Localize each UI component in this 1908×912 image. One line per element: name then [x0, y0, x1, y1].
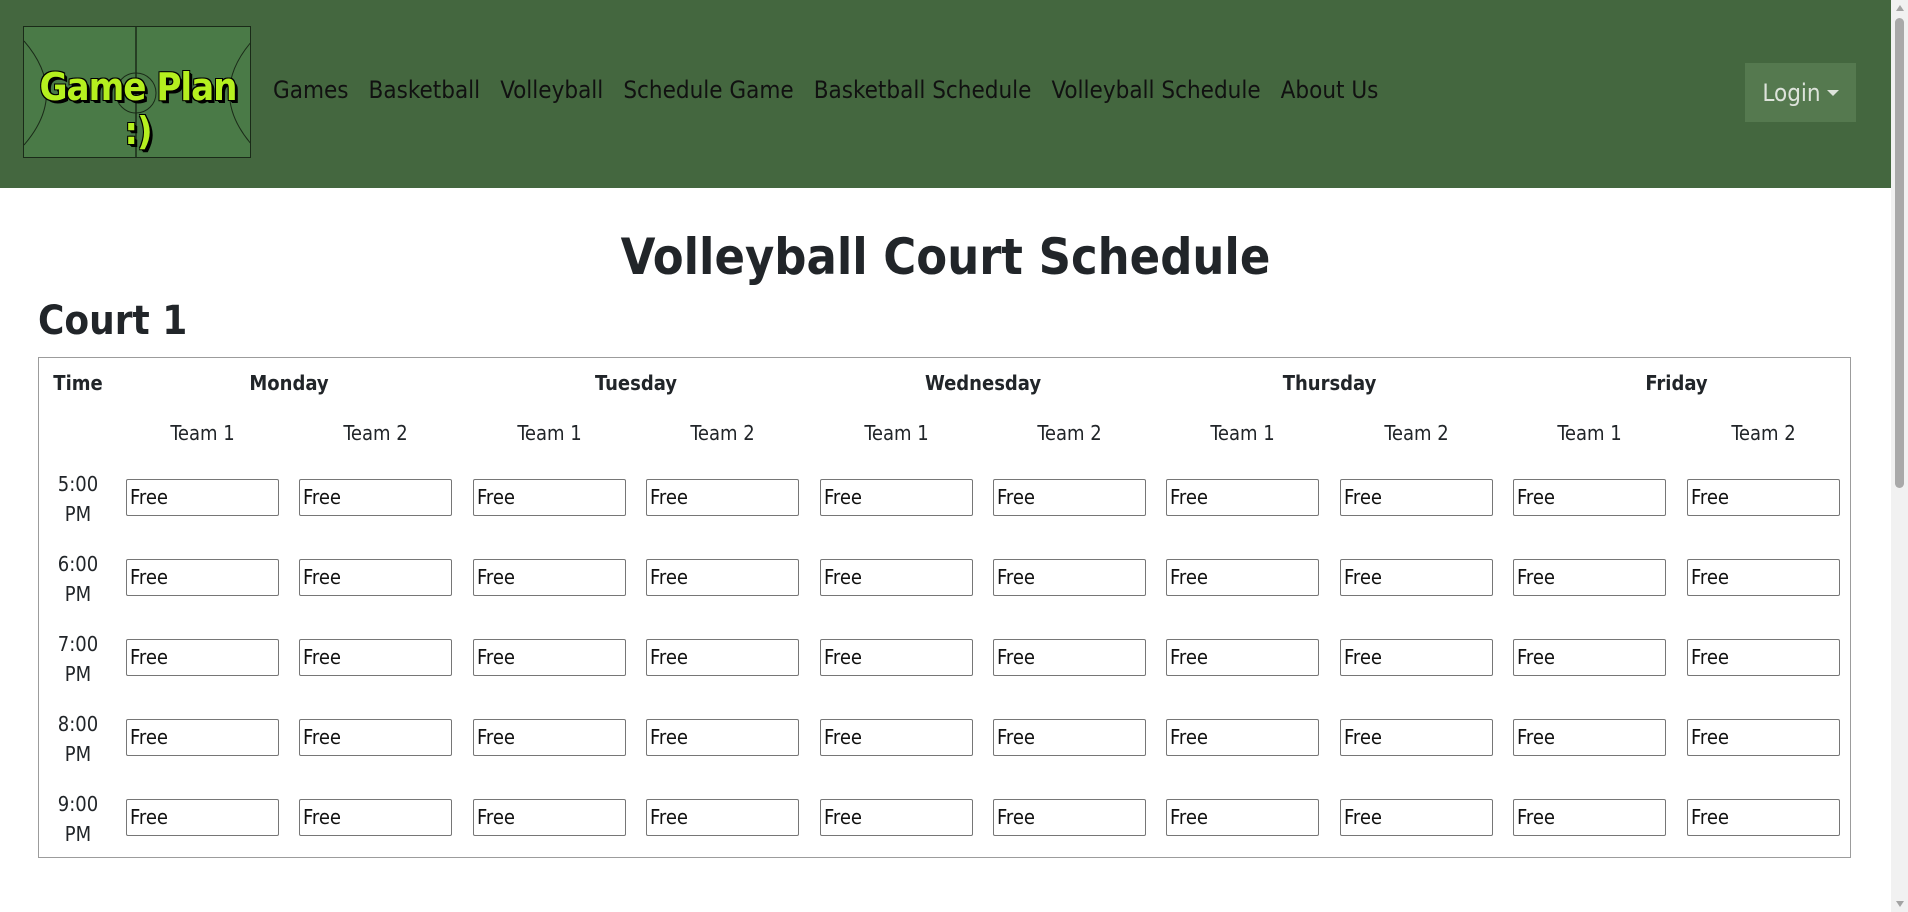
- slot-input[interactable]: Free: [820, 559, 973, 596]
- time-label: 9:00 PM: [57, 792, 99, 846]
- day-header-monday: Monday: [249, 371, 329, 395]
- slot-input[interactable]: Free: [1166, 479, 1319, 516]
- slot-input[interactable]: Free: [473, 639, 626, 676]
- slot-input[interactable]: Free: [1513, 559, 1666, 596]
- slot-input[interactable]: Free: [299, 559, 452, 596]
- slot-input[interactable]: Free: [820, 719, 973, 756]
- slot-input[interactable]: Free: [646, 639, 799, 676]
- team-header: Team 2: [1731, 421, 1796, 445]
- slot-input[interactable]: Free: [299, 799, 452, 836]
- slot-input[interactable]: Free: [993, 719, 1146, 756]
- nav-links: Games Basketball Volleyball Schedule Gam…: [273, 76, 1398, 104]
- team-header: Team 1: [170, 421, 235, 445]
- slot-input[interactable]: Free: [646, 479, 799, 516]
- time-label: 6:00 PM: [57, 552, 99, 606]
- slot-input[interactable]: Free: [1513, 799, 1666, 836]
- slot-input[interactable]: Free: [1166, 639, 1319, 676]
- slot-input[interactable]: Free: [1340, 479, 1493, 516]
- slot-input[interactable]: Free: [1687, 639, 1840, 676]
- court-title: Court 1: [38, 298, 188, 344]
- team-header: Team 2: [690, 421, 755, 445]
- slot-input[interactable]: Free: [1166, 799, 1319, 836]
- team-header: Team 1: [1210, 421, 1275, 445]
- navbar: Game Plan :) Games Basketball Volleyball…: [0, 0, 1891, 188]
- time-label: 8:00 PM: [57, 712, 99, 766]
- time-label: 5:00 PM: [57, 472, 99, 526]
- page-title: Volleyball Court Schedule: [620, 228, 1271, 286]
- slot-input[interactable]: Free: [1687, 479, 1840, 516]
- slot-input[interactable]: Free: [473, 559, 626, 596]
- login-label: Login: [1762, 78, 1821, 107]
- slot-input[interactable]: Free: [473, 799, 626, 836]
- nav-link-games[interactable]: Games: [273, 76, 349, 104]
- nav-link-basketball-schedule[interactable]: Basketball Schedule: [814, 76, 1032, 104]
- slot-input[interactable]: Free: [1340, 719, 1493, 756]
- nav-link-about-us[interactable]: About Us: [1281, 76, 1379, 104]
- slot-input[interactable]: Free: [1687, 799, 1840, 836]
- scrollbar[interactable]: [1891, 0, 1908, 912]
- team-header: Team 1: [1557, 421, 1622, 445]
- slot-input[interactable]: Free: [1340, 559, 1493, 596]
- slot-input[interactable]: Free: [993, 559, 1146, 596]
- slot-input[interactable]: Free: [646, 719, 799, 756]
- slot-input[interactable]: Free: [1166, 559, 1319, 596]
- nav-link-volleyball[interactable]: Volleyball: [500, 76, 603, 104]
- slot-input[interactable]: Free: [126, 719, 279, 756]
- slot-input[interactable]: Free: [820, 479, 973, 516]
- time-label: 7:00 PM: [57, 632, 99, 686]
- time-header: Time: [53, 371, 103, 395]
- team-header: Team 1: [864, 421, 929, 445]
- nav-link-volleyball-schedule[interactable]: Volleyball Schedule: [1051, 76, 1260, 104]
- slot-input[interactable]: Free: [299, 479, 452, 516]
- slot-input[interactable]: Free: [820, 639, 973, 676]
- caret-down-icon: [1826, 89, 1839, 96]
- logo-text: Game Plan :): [39, 65, 238, 153]
- slot-input[interactable]: Free: [473, 719, 626, 756]
- slot-input[interactable]: Free: [1687, 559, 1840, 596]
- login-dropdown-button[interactable]: Login: [1745, 63, 1856, 122]
- slot-input[interactable]: Free: [1513, 639, 1666, 676]
- day-header-wednesday: Wednesday: [924, 371, 1042, 395]
- nav-link-basketball[interactable]: Basketball: [369, 76, 481, 104]
- slot-input[interactable]: Free: [1340, 639, 1493, 676]
- slot-input[interactable]: Free: [1340, 799, 1493, 836]
- scroll-down-icon[interactable]: [1896, 901, 1904, 907]
- slot-input[interactable]: Free: [820, 799, 973, 836]
- day-header-friday: Friday: [1645, 371, 1708, 395]
- day-header-thursday: Thursday: [1282, 371, 1377, 395]
- slot-input[interactable]: Free: [1166, 719, 1319, 756]
- slot-input[interactable]: Free: [126, 559, 279, 596]
- slot-input[interactable]: Free: [299, 719, 452, 756]
- day-header-tuesday: Tuesday: [595, 371, 677, 395]
- slot-input[interactable]: Free: [993, 799, 1146, 836]
- team-header: Team 1: [517, 421, 582, 445]
- slot-input[interactable]: Free: [646, 799, 799, 836]
- team-header: Team 2: [1037, 421, 1102, 445]
- slot-input[interactable]: Free: [126, 639, 279, 676]
- slot-input[interactable]: Free: [993, 479, 1146, 516]
- slot-input[interactable]: Free: [1687, 719, 1840, 756]
- slot-input[interactable]: Free: [993, 639, 1146, 676]
- scroll-up-icon[interactable]: [1896, 5, 1904, 11]
- nav-link-schedule-game[interactable]: Schedule Game: [623, 76, 793, 104]
- slot-input[interactable]: Free: [646, 559, 799, 596]
- slot-input[interactable]: Free: [473, 479, 626, 516]
- slot-input[interactable]: Free: [299, 639, 452, 676]
- slot-input[interactable]: Free: [126, 479, 279, 516]
- team-header: Team 2: [343, 421, 408, 445]
- logo[interactable]: Game Plan :): [23, 26, 251, 158]
- slot-input[interactable]: Free: [1513, 719, 1666, 756]
- team-header: Team 2: [1384, 421, 1449, 445]
- scrollbar-thumb[interactable]: [1895, 18, 1904, 488]
- slot-input[interactable]: Free: [126, 799, 279, 836]
- slot-input[interactable]: Free: [1513, 479, 1666, 516]
